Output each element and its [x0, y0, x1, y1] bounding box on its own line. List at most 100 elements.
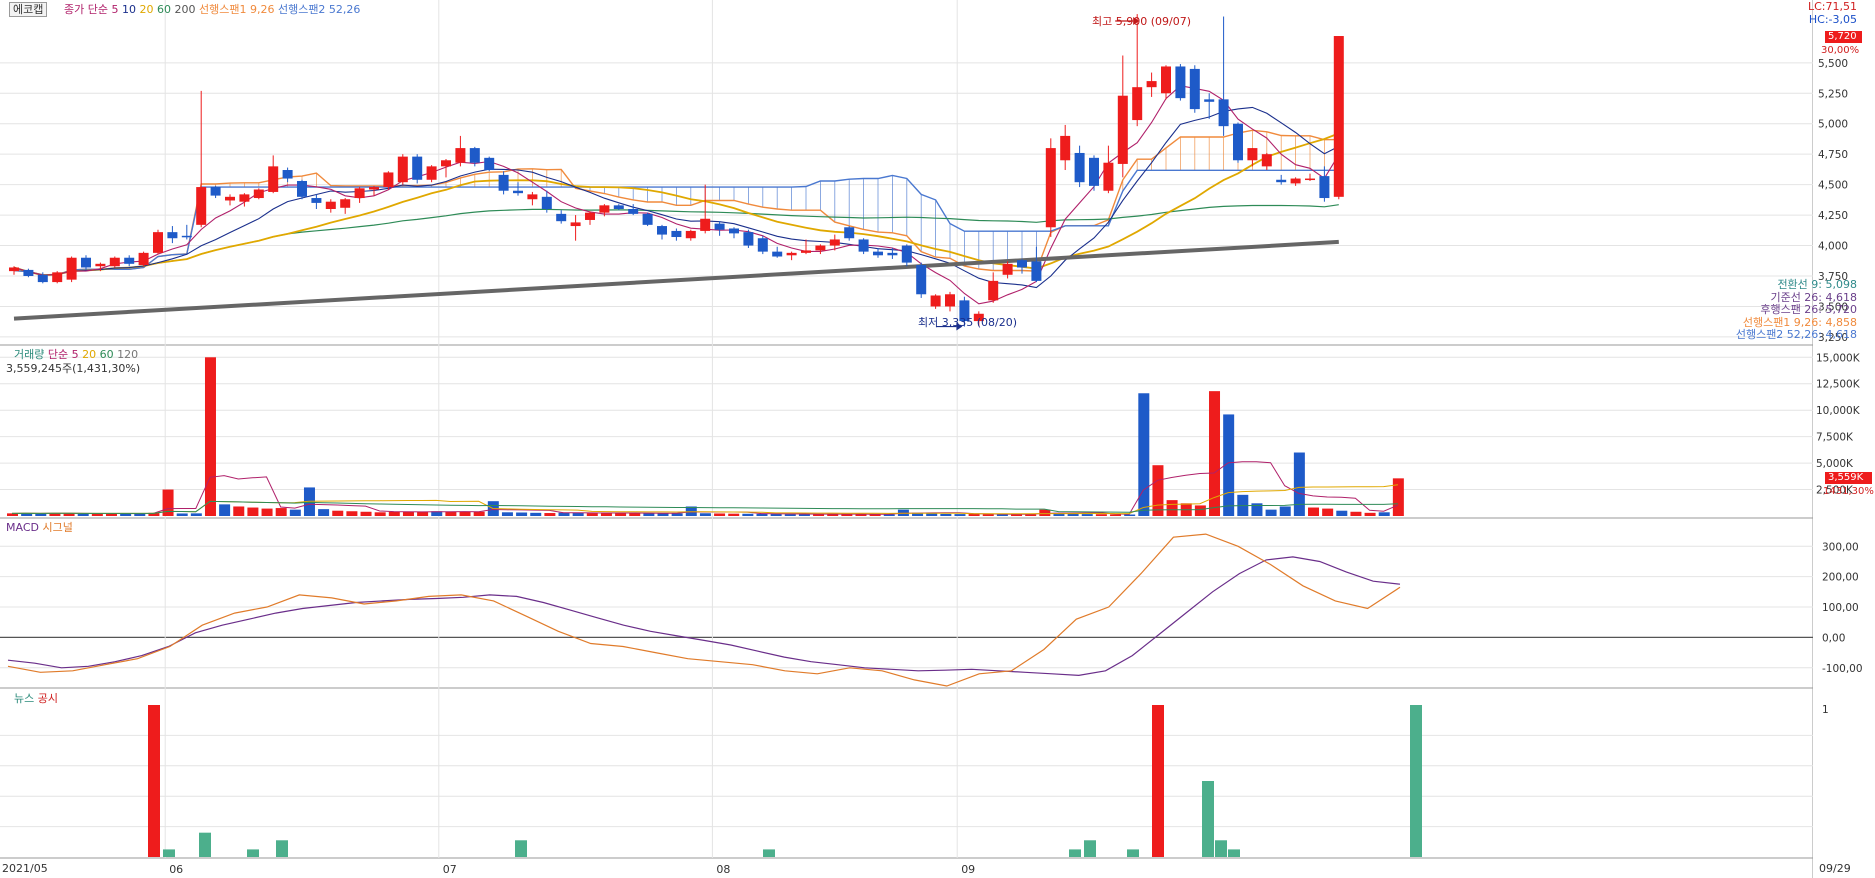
x-axis-month-label: 09: [961, 863, 975, 876]
volume-bar: [233, 506, 245, 516]
candle-body: [916, 265, 927, 295]
candle-body: [1290, 178, 1301, 184]
volume-bar: [204, 357, 216, 516]
volume-bar: [940, 513, 952, 516]
candle-body: [613, 205, 624, 209]
legend-item: 뉴스: [14, 692, 38, 705]
volume-bar: [728, 513, 740, 516]
candle-body: [268, 166, 279, 192]
candle-body: [81, 257, 91, 268]
news-bar: [1410, 705, 1422, 857]
news-bar: [1215, 840, 1227, 857]
candle-body: [1045, 148, 1056, 228]
volume-bar: [360, 511, 372, 516]
candle-body: [628, 209, 639, 214]
candle-body: [757, 238, 768, 252]
candle-body: [1017, 260, 1027, 268]
candle-body: [585, 212, 595, 220]
candle-body: [95, 263, 106, 267]
candle-body: [887, 252, 898, 256]
legend-item: 단순 5: [47, 348, 83, 361]
news-bar: [763, 849, 775, 857]
candle-body: [1319, 176, 1330, 199]
candle-body: [37, 274, 48, 283]
candle-body: [397, 156, 408, 183]
candle-body: [383, 172, 394, 188]
price-y-tick: 5,500: [1818, 58, 1848, 70]
ma200-line: [13, 239, 1339, 321]
span2-line: [13, 169, 1339, 276]
candle-body: [441, 160, 451, 167]
candle-body: [412, 156, 423, 180]
volume-bar: [247, 507, 259, 516]
volume-current: 3,559,245주(1,431,30%): [6, 362, 141, 375]
volume-bar: [699, 513, 711, 516]
news-bar: [276, 840, 288, 857]
legend-item: 거래량: [14, 348, 48, 361]
legend-item: 60: [156, 3, 175, 16]
legend-item: 60: [99, 348, 118, 361]
legend-item: 20: [82, 348, 100, 361]
candle-body: [513, 190, 523, 194]
volume-bar: [346, 511, 358, 516]
candle-body: [1204, 99, 1215, 102]
news-legend: 뉴스 공시: [14, 692, 58, 705]
volume-bar: [190, 513, 202, 516]
candle-body: [700, 218, 711, 231]
volume-bar: [1110, 514, 1122, 516]
news-bar: [163, 849, 175, 857]
candle-body: [945, 294, 955, 307]
candle-body: [340, 199, 351, 208]
price-y-tick: 5,250: [1818, 88, 1848, 100]
candle-body: [225, 196, 235, 201]
candle-body: [325, 201, 336, 209]
candle-body: [469, 148, 480, 163]
volume-bar: [105, 513, 117, 516]
candle-body: [297, 180, 307, 197]
candle-body: [1247, 148, 1258, 161]
news-bar: [247, 849, 259, 857]
price-y-tick: 4,750: [1818, 149, 1848, 161]
candle-body: [9, 267, 19, 272]
x-axis-month-label: 07: [443, 863, 457, 876]
candle-body: [988, 280, 999, 301]
candle-body: [1146, 81, 1157, 88]
volume-bar: [742, 513, 754, 516]
news-bar: [1202, 781, 1214, 857]
candle-body: [642, 213, 653, 225]
candle-body: [729, 228, 739, 234]
candle-body: [772, 251, 783, 257]
macd-y-tick: -100,00: [1822, 663, 1863, 675]
volume-bar: [600, 513, 612, 516]
volume-tag-pct: 1431,30%: [1823, 486, 1874, 497]
ichimoku-info-line: 전환선 9: 5,098: [1777, 278, 1857, 291]
volume-bar: [388, 511, 400, 516]
candle-body: [109, 257, 120, 267]
candle-body: [829, 239, 840, 246]
volume-bar: [1152, 465, 1164, 516]
volume-bar: [1308, 507, 1320, 516]
volume-bar: [544, 513, 556, 516]
legend-item: MACD: [6, 521, 43, 534]
candle-body: [599, 205, 610, 213]
candle-body: [311, 198, 322, 203]
candle-body: [239, 194, 250, 202]
candle-body: [426, 166, 437, 180]
candle-body: [282, 170, 293, 179]
legend-item: 5: [111, 3, 122, 16]
volume-bar: [1279, 506, 1291, 516]
candle-body: [556, 213, 567, 222]
volume-bar: [1124, 514, 1136, 516]
volume-bar: [1081, 514, 1093, 516]
news-bar: [515, 840, 527, 857]
hc-value: HC:-3,05: [1808, 13, 1857, 26]
volume-y-tick: 5,000K: [1816, 458, 1854, 470]
volume-bar: [954, 514, 966, 516]
candle-body: [873, 251, 883, 256]
candle-body: [901, 245, 912, 263]
stock-name-button[interactable]: 에코캡: [9, 2, 48, 17]
volume-bar: [219, 504, 231, 516]
candle-body: [1103, 162, 1114, 191]
volume-bar: [1392, 478, 1404, 516]
volume-bar: [261, 508, 273, 516]
